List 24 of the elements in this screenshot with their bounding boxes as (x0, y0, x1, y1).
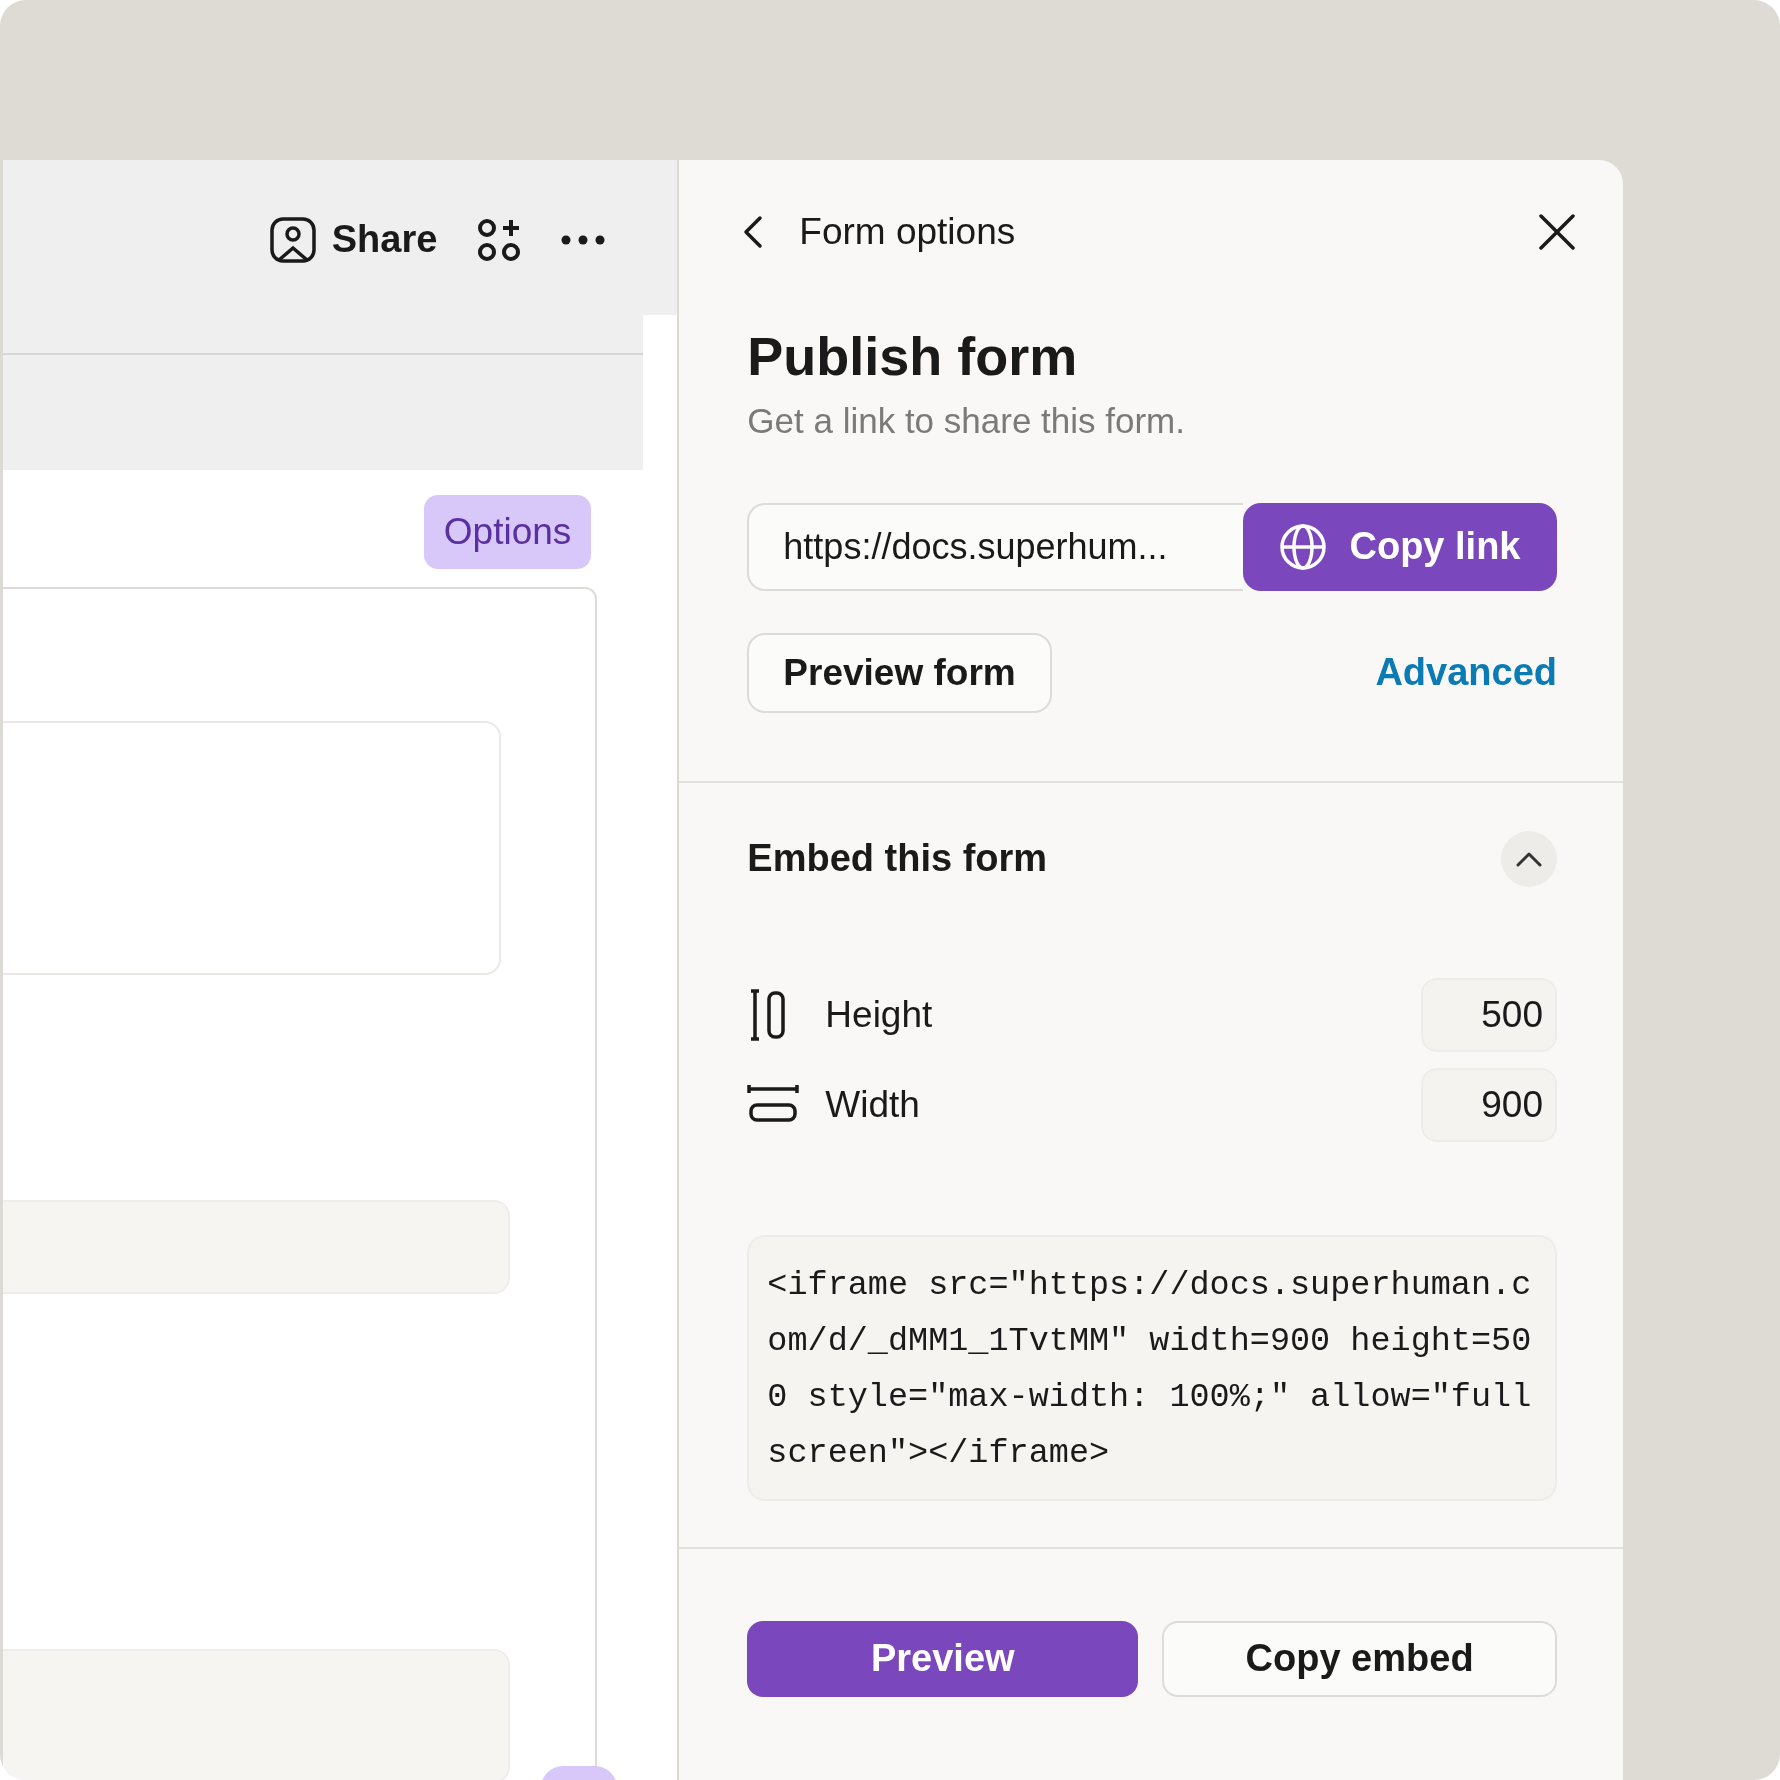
section-heading: Embed this form (747, 837, 1048, 881)
chevron-up-icon (1516, 850, 1542, 867)
section-subtitle: Get a link to share this form. (747, 400, 1186, 441)
number-field[interactable]: 500 (1421, 977, 1557, 1052)
dimension-label: Height (825, 993, 934, 1036)
preview-button[interactable]: Preview (747, 1620, 1139, 1697)
panel-title: Form options (799, 210, 1017, 253)
globe-icon (1279, 522, 1328, 571)
preview-form-button[interactable]: Preview form (747, 632, 1052, 713)
share-button[interactable]: Share (269, 216, 438, 263)
embed-code-box[interactable]: <iframe src="https://docs.superhuman.com/d/_dMM1_1TvtMM" width=900 height=500 style="max-width: 100%;" allow="fullscreen"></iframe> (747, 1234, 1557, 1501)
back-icon[interactable] (743, 214, 764, 249)
options-button[interactable]: Options (423, 495, 592, 569)
apps-icon[interactable] (477, 217, 522, 262)
number-field[interactable]: 900 (1421, 1067, 1557, 1142)
person-icon (269, 216, 316, 263)
copy-link-button[interactable]: Copy link (1243, 502, 1557, 591)
dimension-label: Width (825, 1083, 921, 1126)
close-icon[interactable] (1539, 213, 1575, 250)
advanced-link[interactable]: Advanced (1375, 651, 1557, 695)
more-icon[interactable] (561, 233, 606, 246)
copy-embed-button[interactable]: Copy embed (1162, 1620, 1557, 1697)
url-field[interactable]: https://docs.superhum... (747, 502, 1243, 591)
section-heading: Publish form (747, 327, 1079, 387)
